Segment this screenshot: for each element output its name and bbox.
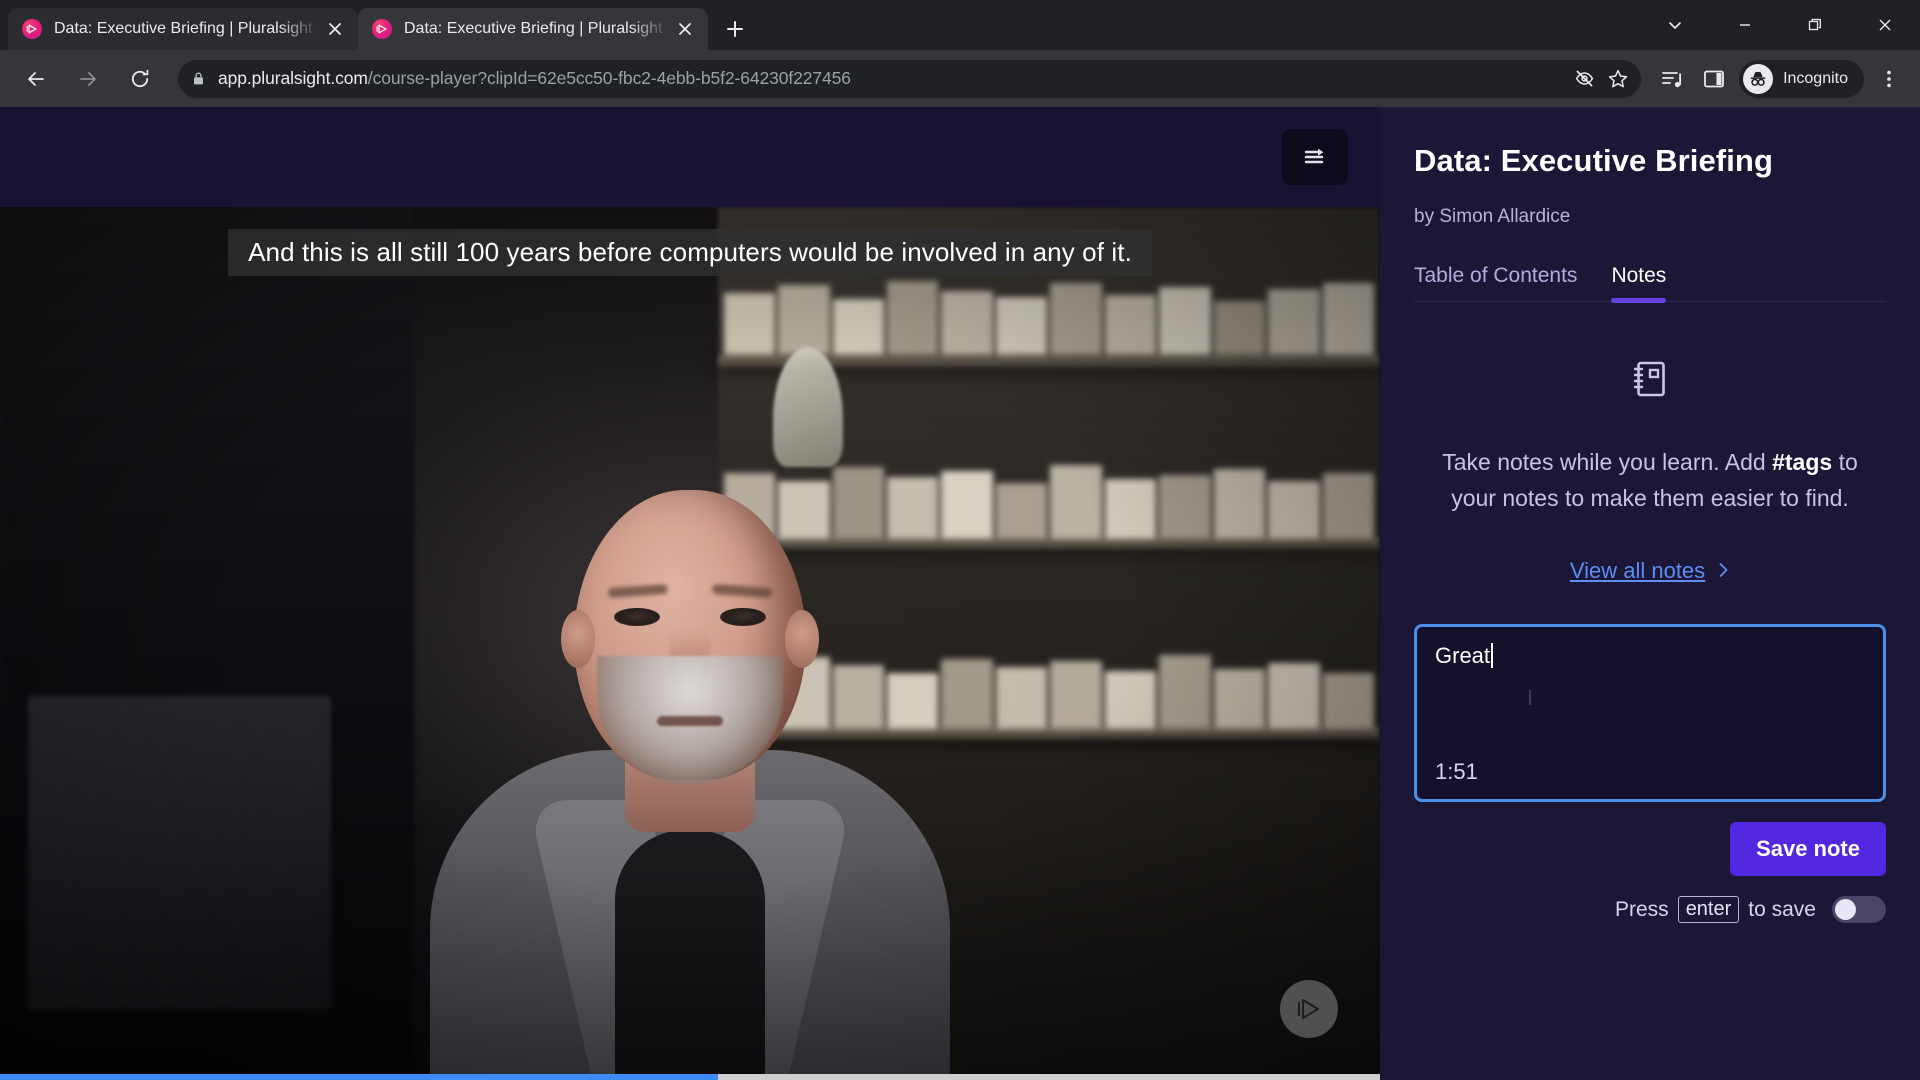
profile-incognito-button[interactable]: Incognito xyxy=(1739,59,1864,98)
video-progress-fill xyxy=(0,1074,718,1080)
browser-window: Data: Executive Briefing | Pluralsight D… xyxy=(0,0,1920,1080)
notes-empty-text-before: Take notes while you learn. Add xyxy=(1442,449,1773,475)
press-enter-hint: Press enter to save xyxy=(1615,896,1816,924)
close-icon[interactable] xyxy=(322,16,348,42)
save-note-button[interactable]: Save note xyxy=(1730,822,1886,877)
browser-tab-title: Data: Executive Briefing | Pluralsight xyxy=(404,20,663,37)
star-bookmark-icon[interactable] xyxy=(1601,62,1635,96)
pluralsight-play-icon xyxy=(1280,980,1338,1038)
press-enter-row: Press enter to save xyxy=(1414,896,1886,937)
lock-icon[interactable] xyxy=(178,60,218,98)
browser-tab-1[interactable]: Data: Executive Briefing | Pluralsight xyxy=(8,8,358,50)
video-vignette xyxy=(0,207,1380,1080)
three-dot-menu-icon[interactable] xyxy=(1868,58,1910,100)
maximize-icon[interactable] xyxy=(1780,0,1850,50)
mouse-text-cursor: I xyxy=(1527,685,1534,711)
address-bar-path: /course-player?clipId=62e5cc50-fbc2-4ebb… xyxy=(367,68,851,88)
browser-tab-title: Data: Executive Briefing | Pluralsight xyxy=(54,20,313,37)
press-enter-prefix: Press xyxy=(1615,897,1669,921)
tab-strip: Data: Executive Briefing | Pluralsight D… xyxy=(0,0,1920,50)
page-title: Data: Executive Briefing xyxy=(1414,143,1774,178)
profile-label: Incognito xyxy=(1783,69,1848,87)
notes-empty-text: Take notes while you learn. Add #tags to… xyxy=(1428,445,1872,516)
window-controls xyxy=(1640,0,1920,50)
incognito-hat-glasses-icon xyxy=(1743,63,1774,94)
player-top-bar xyxy=(0,107,1380,207)
eye-slash-icon[interactable] xyxy=(1567,62,1601,96)
notes-empty-state: Take notes while you learn. Add #tags to… xyxy=(1414,358,1886,584)
sidebar-tabs: Table of Contents Notes xyxy=(1414,264,1886,303)
enter-key-badge: enter xyxy=(1677,896,1740,924)
save-note-row: Save note xyxy=(1414,822,1886,877)
press-enter-suffix: to save xyxy=(1748,897,1816,921)
page-content: And this is all still 100 years before c… xyxy=(0,107,1920,1080)
minimize-icon[interactable] xyxy=(1710,0,1780,50)
note-input-value: Great xyxy=(1435,643,1491,669)
notebook-icon xyxy=(1629,358,1671,405)
view-all-notes-link[interactable]: View all notes xyxy=(1570,558,1730,584)
course-author: by Simon Allardice xyxy=(1414,206,1571,227)
forward-arrow-icon[interactable] xyxy=(68,59,108,99)
note-timestamp: 1:51 xyxy=(1435,759,1478,785)
address-bar-icons xyxy=(1567,62,1635,96)
toggle-knob xyxy=(1835,899,1856,921)
course-sidebar: Data: Executive Briefing by Simon Allard… xyxy=(1380,107,1920,1080)
browser-toolbar: app.pluralsight.com/course-player?clipId… xyxy=(0,50,1920,107)
video-caption: And this is all still 100 years before c… xyxy=(228,229,1152,276)
address-bar[interactable]: app.pluralsight.com/course-player?clipId… xyxy=(178,59,1642,98)
browser-tab-2[interactable]: Data: Executive Briefing | Pluralsight xyxy=(358,8,708,50)
pluralsight-icon xyxy=(372,19,392,39)
close-icon[interactable] xyxy=(672,16,698,42)
video-surface[interactable]: And this is all still 100 years before c… xyxy=(0,207,1380,1080)
text-caret xyxy=(1491,643,1494,669)
tab-table-of-contents[interactable]: Table of Contents xyxy=(1414,264,1577,301)
side-panel-icon[interactable] xyxy=(1693,58,1735,100)
reload-icon[interactable] xyxy=(120,59,160,99)
address-bar-url: app.pluralsight.com/course-player?clipId… xyxy=(218,68,1567,89)
tab-search-chevron-icon[interactable] xyxy=(1640,0,1710,50)
view-all-notes-label: View all notes xyxy=(1569,558,1706,584)
close-icon[interactable] xyxy=(1850,0,1920,50)
back-arrow-icon[interactable] xyxy=(16,59,56,99)
note-input[interactable]: Great I 1:51 xyxy=(1414,624,1886,803)
playlist-collapse-icon[interactable] xyxy=(1282,129,1348,185)
new-tab-button[interactable] xyxy=(718,12,752,46)
media-playlist-icon[interactable] xyxy=(1651,58,1693,100)
address-bar-host: app.pluralsight.com xyxy=(218,68,368,88)
pluralsight-icon xyxy=(22,19,42,39)
notes-tags-keyword: #tags xyxy=(1772,449,1833,475)
tab-notes[interactable]: Notes xyxy=(1611,264,1666,303)
press-enter-toggle[interactable] xyxy=(1832,896,1886,924)
course-player: And this is all still 100 years before c… xyxy=(0,107,1380,1080)
chevron-right-icon xyxy=(1717,558,1730,584)
video-progress-bar[interactable] xyxy=(0,1074,1380,1080)
